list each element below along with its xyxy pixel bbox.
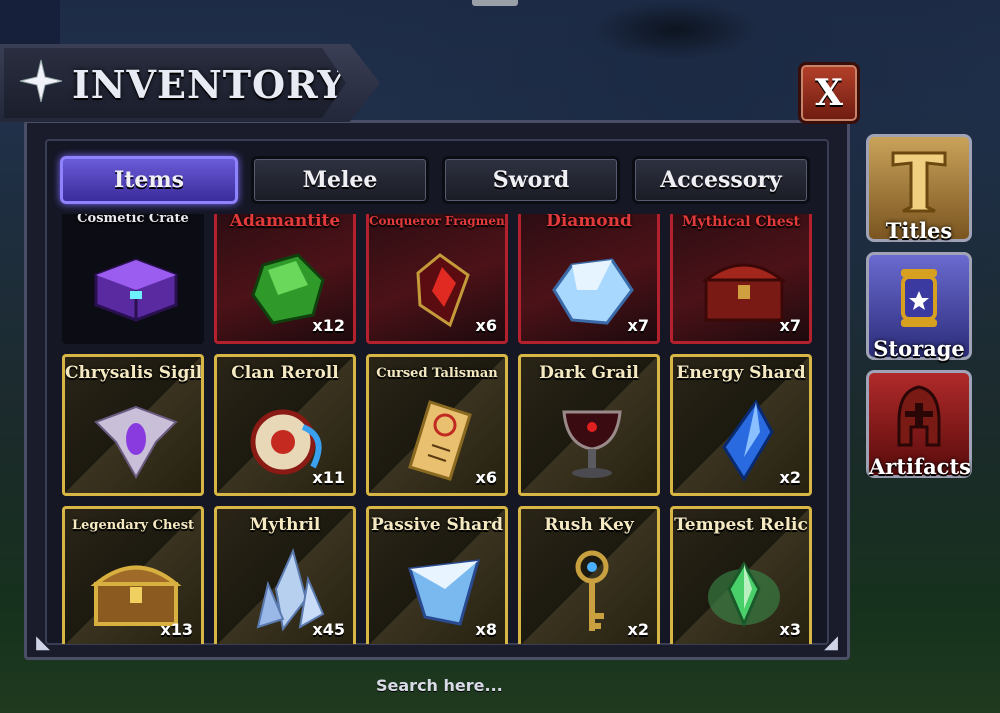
- item-quantity: x45: [312, 620, 345, 639]
- item-quantity: x7: [779, 316, 801, 335]
- item-name: Conqueror Fragment: [369, 214, 508, 228]
- artifacts-button[interactable]: Artifacts: [866, 370, 972, 479]
- item-name: Rush Key: [544, 515, 634, 535]
- item-name: Cursed Talisman: [376, 366, 498, 381]
- item-name: Passive Shard: [370, 515, 504, 535]
- item-slot-mythical-chest[interactable]: Mythical Chest x7: [670, 214, 812, 344]
- item-slot-legendary-chest[interactable]: Legendary Chest x13: [62, 506, 204, 644]
- tab-melee[interactable]: Melee: [251, 156, 429, 204]
- item-quantity: x3: [779, 620, 801, 639]
- helmet-icon: [897, 385, 941, 447]
- item-quantity: x11: [312, 468, 345, 487]
- item-quantity: x13: [160, 620, 193, 639]
- item-slot-passive-shard[interactable]: Passive Shard x8: [366, 506, 508, 644]
- inventory-header: INVENTORY: [0, 44, 380, 122]
- storage-label: Storage: [873, 336, 965, 361]
- inventory-title: INVENTORY: [72, 62, 346, 107]
- background-tree: [590, 0, 760, 60]
- item-name: Mythical Chest: [682, 214, 800, 230]
- item-quantity: x2: [627, 620, 649, 639]
- item-slot-energy-shard[interactable]: Energy Shard x2: [670, 354, 812, 496]
- item-slot-dark-grail[interactable]: Dark Grail: [518, 354, 660, 496]
- item-name: Adamantite: [229, 214, 341, 231]
- item-name: Dark Grail: [539, 363, 639, 383]
- grail-icon: [562, 410, 622, 478]
- search-input[interactable]: Search here...: [376, 676, 503, 695]
- tab-accessory[interactable]: Accessory: [632, 156, 810, 204]
- header-inner: INVENTORY: [4, 48, 346, 118]
- item-slot-conqueror-fragment[interactable]: Conqueror Fragment x6: [366, 214, 508, 344]
- item-slot-clan-reroll[interactable]: Clan Reroll x11: [214, 354, 356, 496]
- storage-icon: [901, 269, 937, 327]
- item-name: Energy Shard: [676, 363, 806, 383]
- item-quantity: x8: [475, 620, 497, 639]
- item-slot-adamantite[interactable]: Adamantite x12: [214, 214, 356, 344]
- item-quantity: x7: [627, 316, 649, 335]
- corner-ornament-icon: ◢: [824, 632, 838, 653]
- item-slot-mythril[interactable]: Mythril x45: [214, 506, 356, 644]
- sigil-icon: [94, 405, 178, 480]
- item-slot-cursed-talisman[interactable]: Cursed Talisman x6: [366, 354, 508, 496]
- item-slot-chrysalis-sigil[interactable]: Chrysalis Sigil: [62, 354, 204, 496]
- item-name: Chrysalis Sigil: [65, 363, 203, 383]
- item-name: Clan Reroll: [231, 363, 339, 383]
- item-grid: Cosmetic Crate Adamantite x12 Conqueror …: [62, 214, 812, 644]
- item-slot-tempest-relic[interactable]: Tempest Relic x3: [670, 506, 812, 644]
- item-slot-diamond[interactable]: Diamond x7: [518, 214, 660, 344]
- category-tabs: Items Melee Sword Accessory: [60, 156, 830, 206]
- sparkle-star-icon: [19, 59, 63, 103]
- close-icon: X: [815, 72, 843, 114]
- item-name: Mythril: [249, 515, 321, 535]
- item-quantity: x6: [475, 316, 497, 335]
- item-name: Legendary Chest: [71, 518, 195, 533]
- item-quantity: x2: [779, 468, 801, 487]
- item-quantity: x12: [312, 316, 345, 335]
- tab-items[interactable]: Items: [60, 156, 238, 204]
- background-post: [472, 0, 518, 6]
- item-name: Diamond: [546, 214, 632, 231]
- item-slot-cosmetic-crate[interactable]: Cosmetic Crate: [62, 214, 204, 344]
- purple-crate-icon: [94, 258, 178, 322]
- item-name: Cosmetic Crate: [77, 214, 189, 226]
- item-name: Tempest Relic: [674, 515, 808, 535]
- corner-ornament-icon: ◣: [36, 632, 50, 653]
- titles-icon: [891, 151, 947, 213]
- item-quantity: x6: [475, 468, 497, 487]
- titles-label: Titles: [885, 218, 953, 243]
- close-button[interactable]: X: [798, 62, 860, 124]
- storage-button[interactable]: Storage: [866, 252, 972, 361]
- artifacts-label: Artifacts: [869, 454, 971, 479]
- titles-button[interactable]: Titles: [866, 134, 972, 243]
- tab-sword[interactable]: Sword: [442, 156, 620, 204]
- item-slot-rush-key[interactable]: Rush Key x2: [518, 506, 660, 644]
